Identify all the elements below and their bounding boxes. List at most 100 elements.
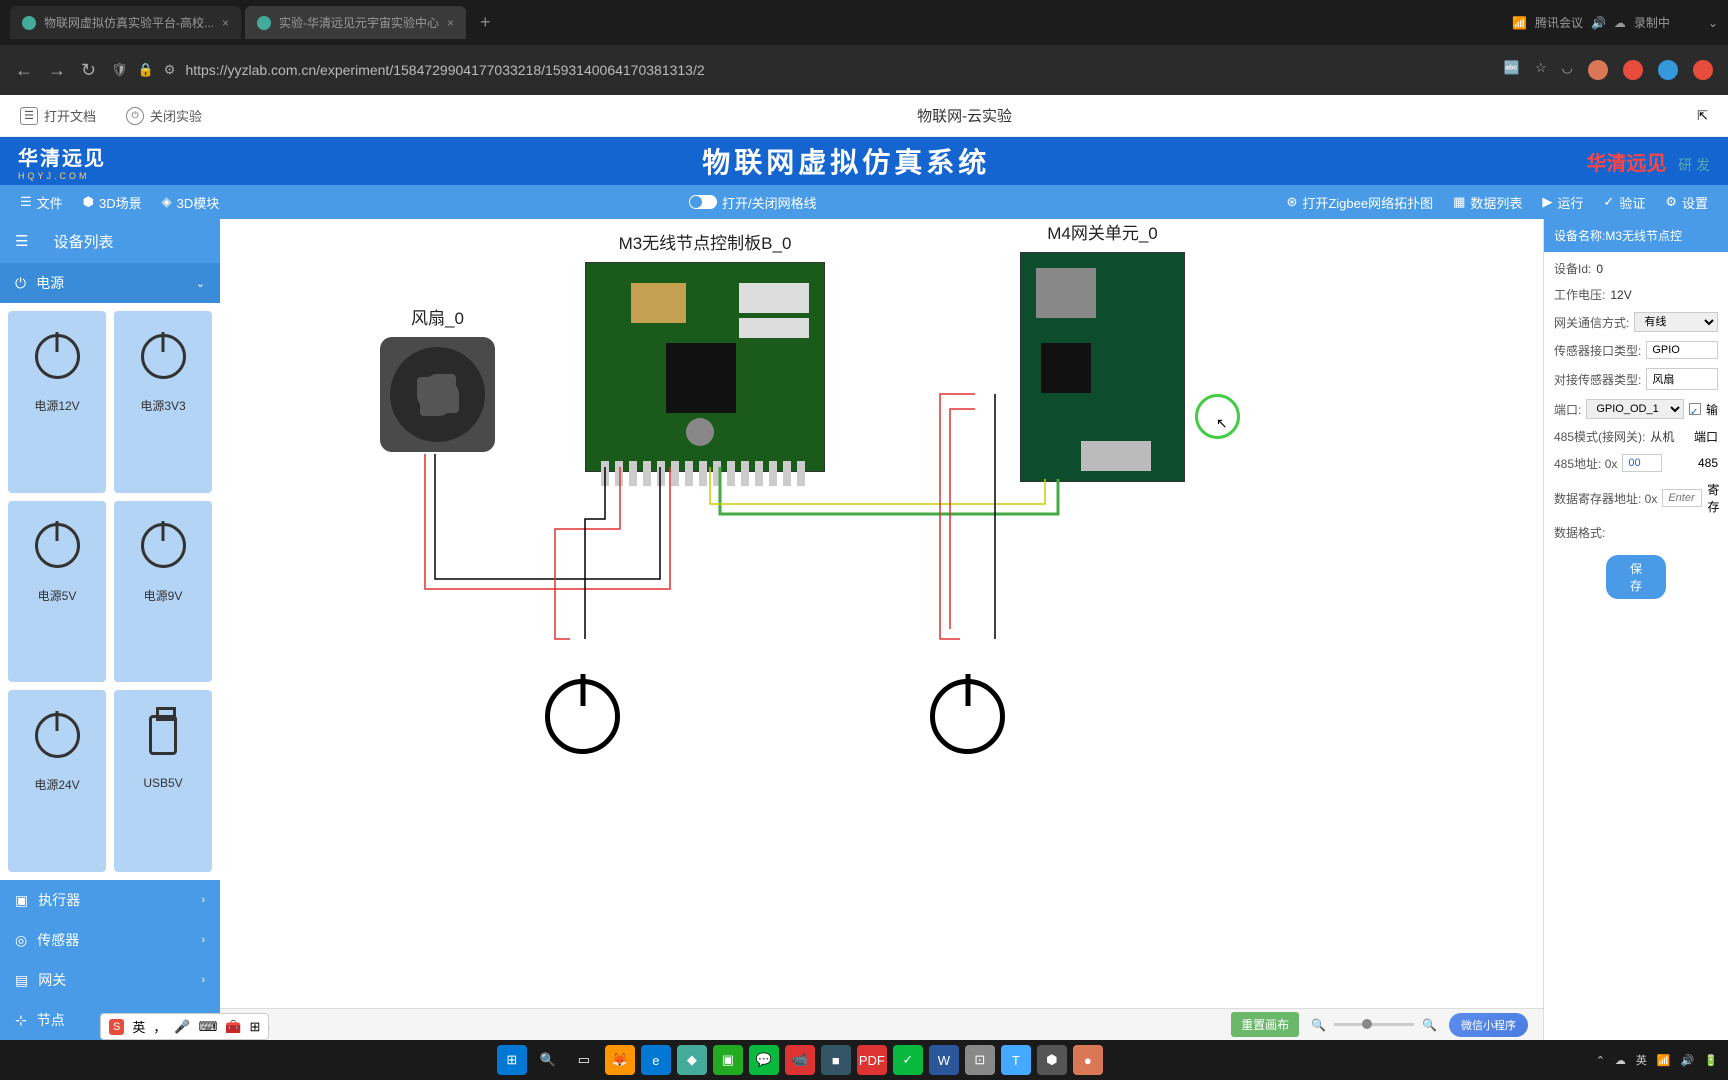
reload-button[interactable]: ↻ xyxy=(81,60,96,81)
reg-addr-input[interactable] xyxy=(1662,489,1702,507)
app-icon-6[interactable]: ⊡ xyxy=(965,1045,995,1075)
zoom-out-icon[interactable]: 🔍 xyxy=(1311,1018,1326,1032)
zoom-in-icon[interactable]: 🔍 xyxy=(1422,1018,1437,1032)
volume-icon[interactable]: 🔊 xyxy=(1681,1054,1695,1067)
ime-toolbar[interactable]: S 英 ， 🎤 ⌨ 🧰 ⊞ xyxy=(100,1013,269,1040)
firefox-icon[interactable]: 🦊 xyxy=(605,1045,635,1075)
power-node-1[interactable] xyxy=(545,679,620,754)
device-power-5v[interactable]: 电源5V xyxy=(8,501,106,683)
ext-icon-3[interactable] xyxy=(1658,60,1678,80)
start-button[interactable]: ⊞ xyxy=(497,1045,527,1075)
device-power-3v3[interactable]: 电源3V3 xyxy=(114,311,212,493)
grid-icon[interactable]: ⊞ xyxy=(250,1019,261,1035)
mic-icon[interactable]: 🎤 xyxy=(174,1019,190,1035)
new-tab-button[interactable]: + xyxy=(480,12,491,33)
browser-tab-2[interactable]: 实验-华清远见元宇宙实验中心 × xyxy=(245,6,466,39)
grid-toggle[interactable]: 打开/关闭网格线 xyxy=(689,193,817,212)
wifi-icon[interactable]: 📶 xyxy=(1657,1054,1671,1067)
app-toolbar: ☰文件 ⬢3D场景 ◈3D模块 打开/关闭网格线 ⊛打开Zigbee网络拓扑图 … xyxy=(0,185,1728,219)
ime-punct[interactable]: ， xyxy=(153,1017,166,1036)
bookmark-icon[interactable]: ☆ xyxy=(1535,60,1547,80)
word-icon[interactable]: W xyxy=(929,1045,959,1075)
app-icon-7[interactable]: T xyxy=(1001,1045,1031,1075)
3d-scene-button[interactable]: ⬢3D场景 xyxy=(83,193,142,212)
close-icon[interactable]: × xyxy=(447,16,454,30)
tabs-dropdown-icon[interactable]: ⌄ xyxy=(1708,16,1718,30)
account-icon[interactable] xyxy=(1693,60,1713,80)
sidebar-category-actuator[interactable]: ▣执行器› xyxy=(0,880,220,920)
url-bar[interactable]: https://yyzlab.com.cn/experiment/1584729… xyxy=(185,62,704,78)
sidebar-category-power[interactable]: ⏻ 电源 ⌄ xyxy=(0,263,220,303)
reset-canvas-button[interactable]: 重置画布 xyxy=(1231,1012,1299,1037)
tray-chevron-icon[interactable]: ⌃ xyxy=(1596,1054,1605,1067)
device-usb-5v[interactable]: USB5V xyxy=(114,690,212,872)
edge-icon[interactable]: e xyxy=(641,1045,671,1075)
wechat-miniapp-badge[interactable]: 微信小程序 xyxy=(1449,1013,1528,1037)
ime-lang[interactable]: 英 xyxy=(132,1017,145,1036)
verify-button[interactable]: ✓验证 xyxy=(1603,193,1645,212)
app-icon-1[interactable]: ◆ xyxy=(677,1045,707,1075)
hamburger-icon[interactable]: ☰ xyxy=(15,232,28,250)
cloud-tray-icon[interactable]: ☁ xyxy=(1615,1054,1626,1067)
sensor-icon: ◎ xyxy=(15,932,27,949)
app-icon-8[interactable]: ⬢ xyxy=(1037,1045,1067,1075)
pocket-icon[interactable]: ◡ xyxy=(1562,60,1573,80)
app-icon-3[interactable]: 📹 xyxy=(785,1045,815,1075)
wechat-icon[interactable]: 💬 xyxy=(749,1045,779,1075)
port-checkbox[interactable] xyxy=(1689,403,1701,415)
battery-icon[interactable]: 🔋 xyxy=(1704,1054,1718,1067)
settings-button[interactable]: ⚙设置 xyxy=(1665,193,1708,212)
settings-icon[interactable]: ⚙ xyxy=(164,62,176,78)
zoom-control[interactable]: 🔍 🔍 xyxy=(1311,1018,1437,1032)
lock-icon[interactable]: 🔒 xyxy=(138,62,154,78)
device-power-12v[interactable]: 电源12V xyxy=(8,311,106,493)
gateway-comm-select[interactable]: 有线 xyxy=(1634,312,1718,332)
app-icon-5[interactable]: ✓ xyxy=(893,1045,923,1075)
browser-tab-1[interactable]: 物联网虚拟仿真实验平台-高校... × xyxy=(10,6,241,39)
ime-tray-icon[interactable]: 英 xyxy=(1636,1052,1647,1068)
app-icon-9[interactable]: ● xyxy=(1073,1045,1103,1075)
sidebar-category-sensor[interactable]: ◎传感器› xyxy=(0,920,220,960)
run-button[interactable]: ▶运行 xyxy=(1542,193,1583,212)
component-m4-gateway[interactable]: M4网关单元_0 xyxy=(1020,219,1185,482)
canvas-area[interactable]: 风扇_0 M3无线节点控制板B_0 xyxy=(220,219,1543,1040)
open-doc-label: 打开文档 xyxy=(44,106,96,125)
3d-module-button[interactable]: ◈3D模块 xyxy=(162,193,220,212)
zoom-slider[interactable] xyxy=(1334,1023,1414,1026)
open-doc-button[interactable]: ☰ 打开文档 xyxy=(20,106,96,125)
mode485-value[interactable]: 从机 xyxy=(1650,428,1674,445)
peer-sensor-value[interactable]: 风扇 xyxy=(1646,368,1718,390)
port-select[interactable]: GPIO_OD_1 xyxy=(1586,399,1684,419)
zigbee-button[interactable]: ⊛打开Zigbee网络拓扑图 xyxy=(1286,193,1433,212)
component-m3-board[interactable]: M3无线节点控制板B_0 xyxy=(585,229,825,472)
forward-button[interactable]: → xyxy=(48,60,66,81)
device-power-24v[interactable]: 电源24V xyxy=(8,690,106,872)
category-label: 电源 xyxy=(36,273,64,293)
app-icon-2[interactable]: ▣ xyxy=(713,1045,743,1075)
task-view-button[interactable]: ▭ xyxy=(569,1045,599,1075)
translate-icon[interactable]: 🔤 xyxy=(1504,60,1520,80)
power-node-2[interactable] xyxy=(930,679,1005,754)
shield-icon[interactable]: 🛡 xyxy=(111,62,128,78)
toolbox-icon[interactable]: 🧰 xyxy=(225,1019,241,1035)
logo-right-sub: 研 发 xyxy=(1678,157,1710,173)
addr485-input[interactable] xyxy=(1622,454,1662,472)
datalist-button[interactable]: ▦数据列表 xyxy=(1453,193,1522,212)
sensor-type-value[interactable]: GPIO xyxy=(1646,341,1718,359)
save-button[interactable]: 保存 xyxy=(1606,555,1666,599)
device-power-9v[interactable]: 电源9V xyxy=(114,501,212,683)
file-menu[interactable]: ☰文件 xyxy=(20,193,63,212)
pdf-icon[interactable]: PDF xyxy=(857,1045,887,1075)
sidebar-category-gateway[interactable]: ▤网关› xyxy=(0,960,220,1000)
external-link-icon[interactable]: ⇱ xyxy=(1697,108,1708,124)
keyboard-icon[interactable]: ⌨ xyxy=(199,1019,218,1035)
close-icon[interactable]: × xyxy=(222,16,229,30)
ext-icon-2[interactable] xyxy=(1623,60,1643,80)
back-button[interactable]: ← xyxy=(15,60,33,81)
app-icon-4[interactable]: ■ xyxy=(821,1045,851,1075)
component-fan[interactable]: 风扇_0 xyxy=(380,304,495,452)
close-experiment-button[interactable]: ⏻ 关闭实验 xyxy=(126,106,202,125)
search-button[interactable]: 🔍 xyxy=(533,1045,563,1075)
favicon-icon xyxy=(257,16,271,30)
ext-icon-1[interactable] xyxy=(1588,60,1608,80)
